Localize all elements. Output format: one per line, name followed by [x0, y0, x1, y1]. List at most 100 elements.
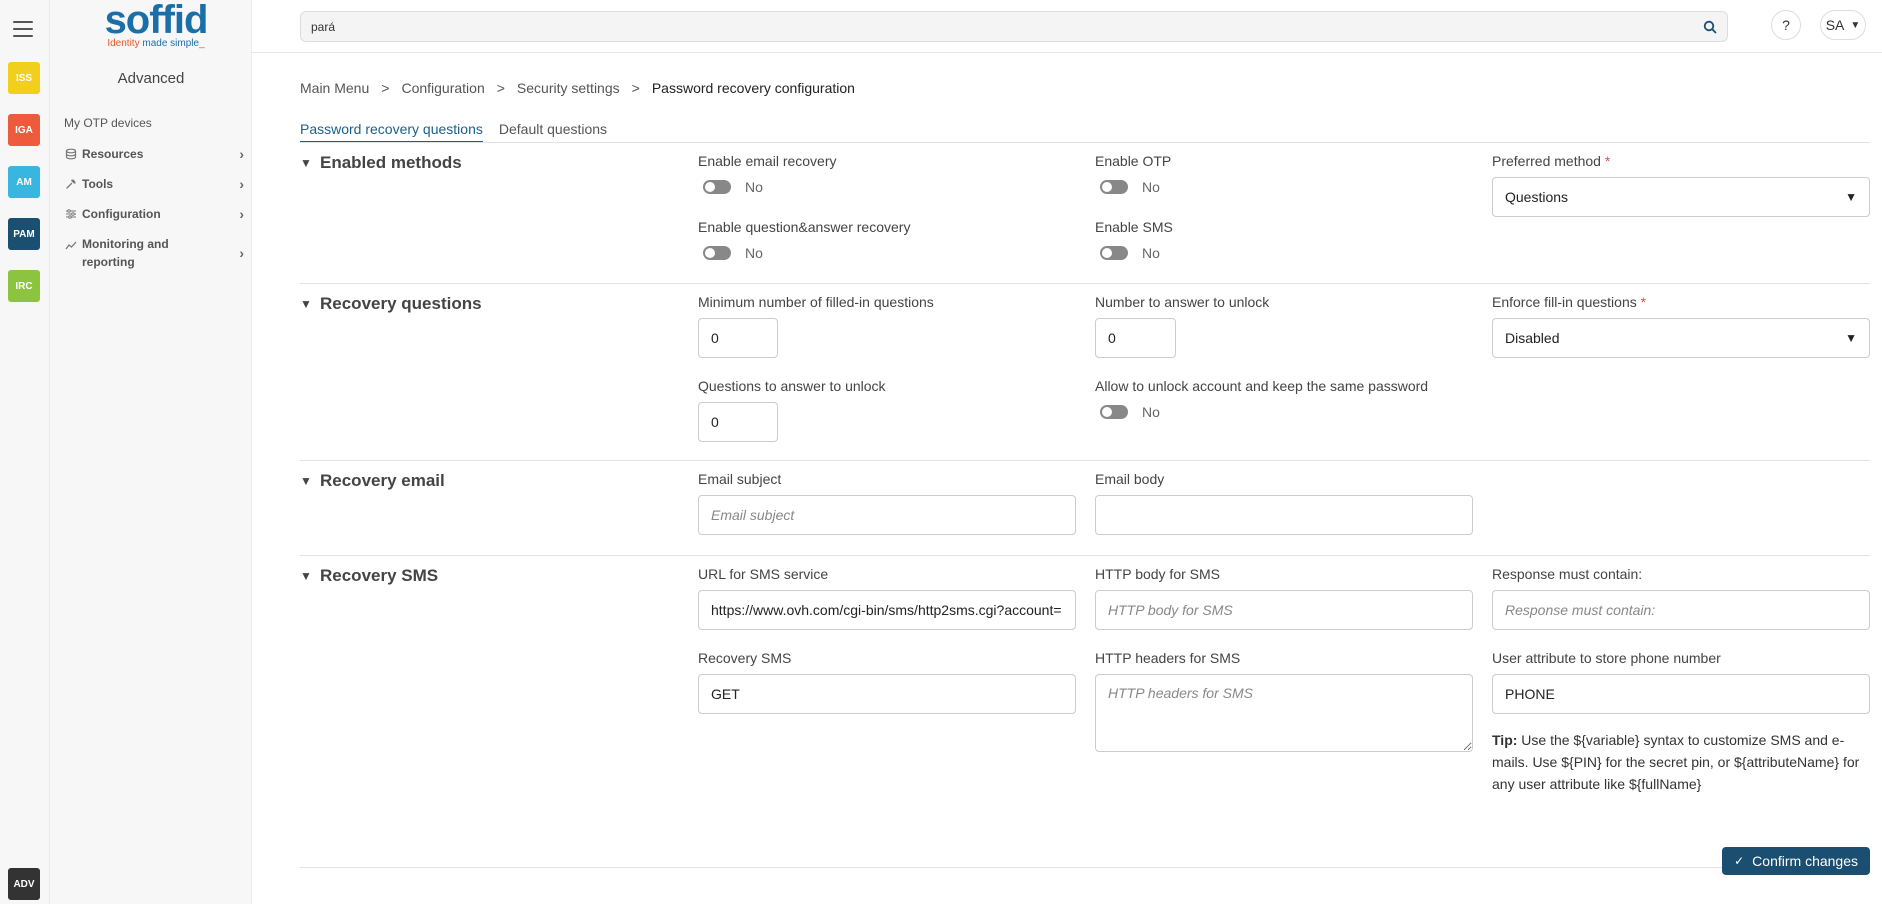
email-subject-input[interactable]: [698, 495, 1076, 535]
select-value: Questions: [1505, 189, 1569, 205]
questions-to-answer-input[interactable]: [698, 402, 778, 442]
preferred-method-select[interactable]: Questions ▼: [1492, 177, 1870, 217]
database-icon: [64, 147, 78, 161]
sms-tip: Tip: Use the ${variable} syntax to custo…: [1492, 732, 1860, 792]
toggle-switch: [1100, 180, 1128, 194]
field-label: Response must contain:: [1492, 566, 1643, 582]
help-button[interactable]: ?: [1771, 10, 1801, 40]
field-label: Allow to unlock account and keep the sam…: [1095, 378, 1429, 394]
toggle-enable-email[interactable]: No: [698, 179, 837, 195]
toggle-value: No: [1142, 404, 1160, 420]
field-label: HTTP headers for SMS: [1095, 650, 1241, 666]
toggle-keep-password[interactable]: No: [1095, 404, 1428, 420]
tabs: Password recovery questions Default ques…: [300, 121, 623, 143]
section-header[interactable]: ▼ Recovery email: [300, 471, 445, 491]
tab-password-recovery-questions[interactable]: Password recovery questions: [300, 121, 483, 143]
section-recovery-questions: ▼ Recovery questions Minimum number of fi…: [300, 283, 1870, 460]
sidebar-item-monitoring[interactable]: Monitoring and reporting ›: [64, 235, 244, 271]
chevron-right-icon: ›: [239, 176, 244, 192]
toggle-value: No: [1142, 245, 1160, 261]
field-preferred-method: Preferred method * Questions ▼: [1492, 153, 1870, 217]
field-email-body: Email body: [1095, 471, 1473, 535]
field-label: Minimum number of filled-in questions: [698, 294, 934, 310]
sliders-icon: [64, 207, 78, 221]
breadcrumb-separator: >: [631, 80, 640, 96]
field-enforce-fill-in: Enforce fill-in questions * Disabled ▼: [1492, 294, 1870, 358]
chevron-right-icon: ›: [239, 245, 244, 261]
response-contain-input[interactable]: [1492, 590, 1870, 630]
divider: [300, 867, 1870, 868]
tab-default-questions[interactable]: Default questions: [499, 121, 607, 143]
chevron-down-icon: ▼: [300, 569, 312, 583]
sidebar-link-otp-devices[interactable]: My OTP devices: [64, 116, 152, 130]
sidebar-item-resources[interactable]: Resources ›: [64, 145, 244, 163]
section-header[interactable]: ▼ Recovery questions: [300, 294, 482, 314]
wrench-icon: [64, 177, 78, 191]
app-badge-iga[interactable]: IGA: [8, 114, 40, 146]
user-menu-button[interactable]: SA ▼: [1820, 10, 1866, 40]
sidebar-title: Advanced: [117, 70, 185, 87]
app-badge-iss[interactable]: ISS: [8, 62, 40, 94]
field-label: URL for SMS service: [698, 566, 829, 582]
section-title: Enabled methods: [320, 153, 462, 172]
search-icon[interactable]: [1703, 20, 1717, 34]
section-header[interactable]: ▼ Enabled methods: [300, 153, 462, 173]
check-icon: ✓: [1734, 854, 1745, 868]
logo-word: soffid: [104, 0, 209, 42]
breadcrumb-configuration[interactable]: Configuration: [401, 80, 484, 96]
toggle-enable-otp[interactable]: No: [1095, 179, 1171, 195]
chevron-down-icon: ▼: [300, 297, 312, 311]
section-recovery-sms: ▼ Recovery SMS URL for SMS service HTTP b…: [300, 555, 1870, 867]
toggle-enable-qa[interactable]: No: [698, 245, 910, 261]
sidebar-item-label: Resources: [82, 147, 144, 161]
hamburger-menu-icon[interactable]: [13, 21, 33, 37]
sms-url-input[interactable]: [698, 590, 1076, 630]
field-min-questions: Minimum number of filled-in questions: [698, 294, 934, 358]
toggle-switch: [703, 246, 731, 260]
field-label: Number to answer to unlock: [1095, 294, 1270, 310]
breadcrumb-security-settings[interactable]: Security settings: [517, 80, 620, 96]
field-label: Email subject: [698, 471, 782, 487]
section-title: Recovery email: [320, 471, 445, 490]
sms-method-input[interactable]: [698, 674, 1076, 714]
app-badge-pam[interactable]: PAM: [8, 218, 40, 250]
section-recovery-email: ▼ Recovery email Email subject Email body: [300, 460, 1870, 555]
toggle-switch: [1100, 405, 1128, 419]
toggle-enable-sms[interactable]: No: [1095, 245, 1173, 261]
sidebar-item-configuration[interactable]: Configuration ›: [64, 205, 244, 223]
search-input[interactable]: [301, 12, 1681, 41]
number-to-unlock-input[interactable]: [1095, 318, 1176, 358]
confirm-changes-button[interactable]: ✓ Confirm changes: [1722, 847, 1870, 875]
sidebar-item-label: Monitoring and reporting: [82, 237, 169, 269]
app-badge-irc[interactable]: IRC: [8, 270, 40, 302]
top-bar: ? SA ▼: [252, 0, 1882, 53]
field-phone-attribute: User attribute to store phone number Tip…: [1492, 650, 1870, 795]
field-label: HTTP body for SMS: [1095, 566, 1221, 582]
search-box: [300, 11, 1728, 42]
chevron-down-icon: ▼: [1845, 190, 1857, 204]
field-questions-to-answer: Questions to answer to unlock: [698, 378, 886, 442]
chevron-right-icon: ›: [239, 146, 244, 162]
field-sms-method: Recovery SMS: [698, 650, 1076, 714]
enforce-fill-in-select[interactable]: Disabled ▼: [1492, 318, 1870, 358]
sidebar-item-tools[interactable]: Tools ›: [64, 175, 244, 193]
field-enable-otp: Enable OTP No: [1095, 153, 1171, 195]
section-header[interactable]: ▼ Recovery SMS: [300, 566, 438, 586]
app-badge-am[interactable]: AM: [8, 166, 40, 198]
field-label: Enable OTP: [1095, 153, 1172, 169]
sidebar-item-label: Tools: [82, 177, 114, 191]
breadcrumb-separator: >: [496, 80, 505, 96]
app-badge-adv[interactable]: ADV: [8, 868, 40, 900]
sms-body-input[interactable]: [1095, 590, 1473, 630]
breadcrumb-current: Password recovery configuration: [651, 80, 855, 96]
section-title: Recovery questions: [320, 294, 482, 313]
min-questions-input[interactable]: [698, 318, 778, 358]
chevron-down-icon: ▼: [1850, 19, 1861, 31]
sms-headers-textarea[interactable]: [1095, 674, 1473, 752]
field-label: Enable question&answer recovery: [698, 219, 911, 235]
field-sms-body: HTTP body for SMS: [1095, 566, 1473, 630]
email-body-input[interactable]: [1095, 495, 1473, 535]
phone-attribute-input[interactable]: [1492, 674, 1870, 714]
breadcrumb-main-menu[interactable]: Main Menu: [300, 80, 369, 96]
sidebar: soffid Identity made simple_ Advanced My…: [50, 0, 252, 904]
